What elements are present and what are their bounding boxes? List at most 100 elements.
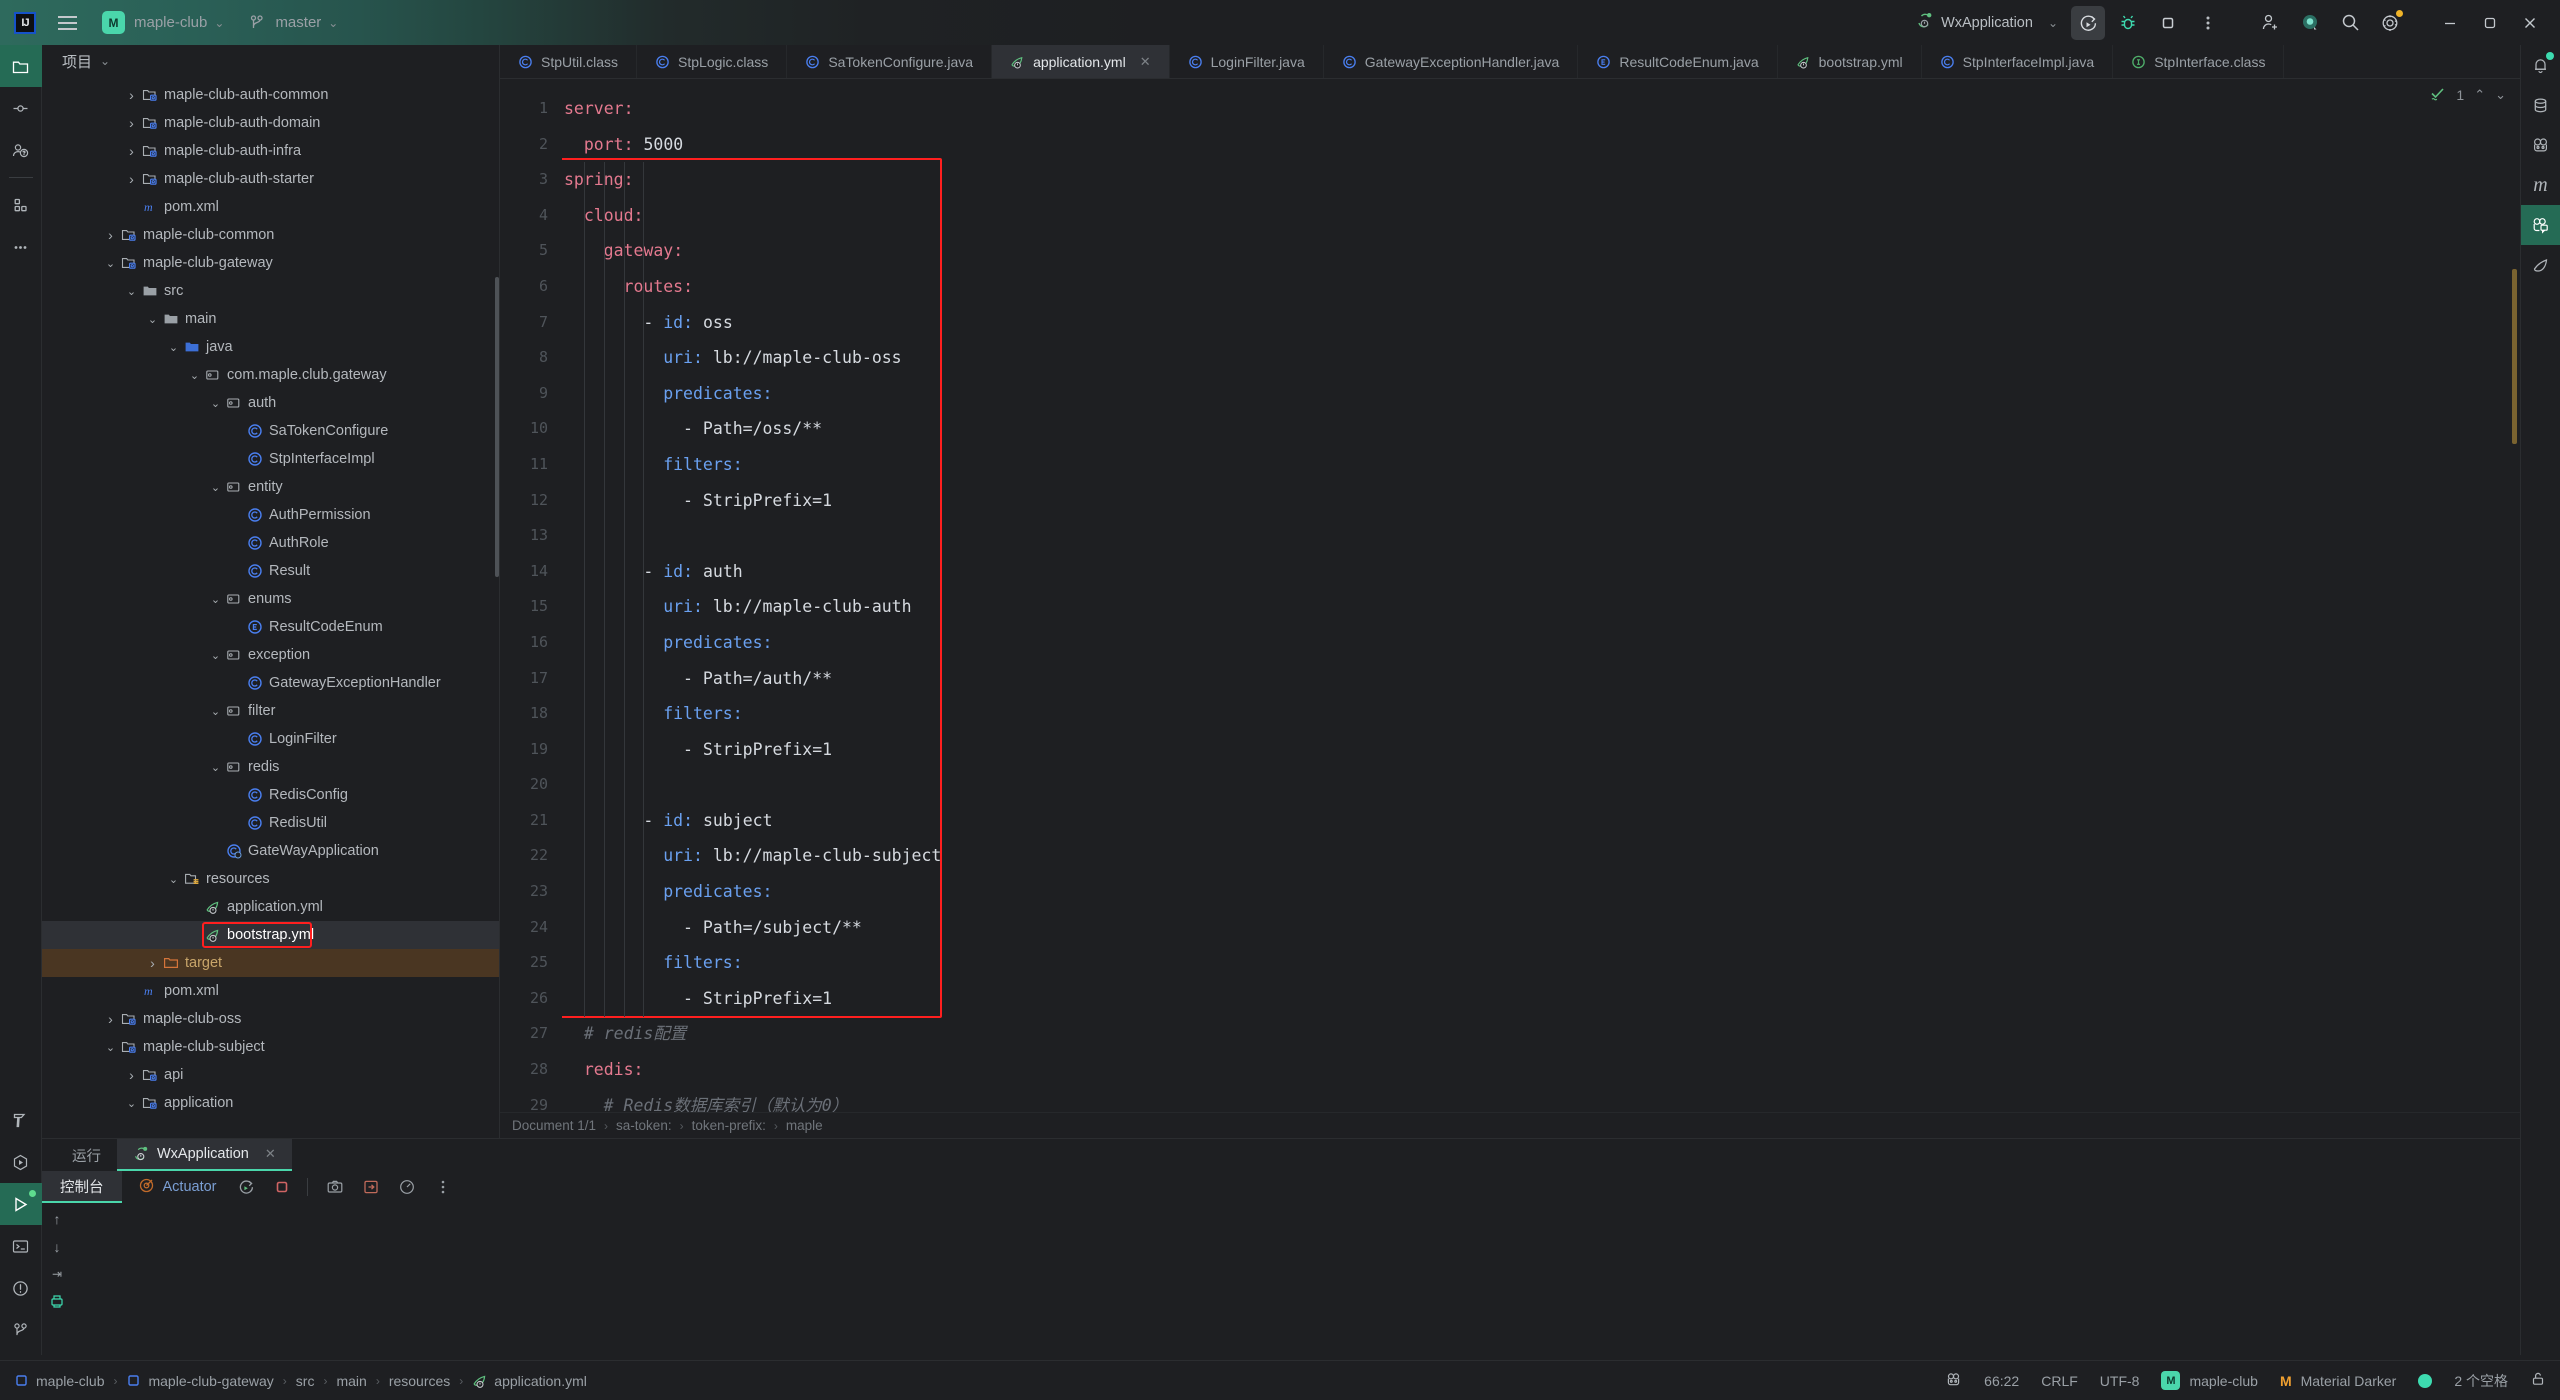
tree-node-resultcodeenum[interactable]: ResultCodeEnum xyxy=(42,613,499,641)
chevron-down-icon[interactable]: ⌄ xyxy=(209,649,222,662)
tree-node-pom-xml[interactable]: m pom.xml xyxy=(42,977,499,1005)
sidebar-item-run[interactable] xyxy=(0,1183,42,1225)
chevron-right-icon[interactable]: › xyxy=(104,1011,117,1027)
sidebar-item-pull-requests[interactable] xyxy=(0,129,42,171)
code-line[interactable] xyxy=(562,518,2520,554)
code-line[interactable]: # Redis数据库索引（默认为0） xyxy=(562,1088,2520,1112)
tree-node-src[interactable]: ⌄ src xyxy=(42,277,499,305)
chevron-right-icon[interactable]: › xyxy=(125,115,138,131)
sidebar-item-more[interactable] xyxy=(0,226,42,268)
ai-assistant-button[interactable] xyxy=(2293,6,2327,40)
chevron-up-icon[interactable]: ⌃ xyxy=(2474,87,2485,103)
minimize-button[interactable] xyxy=(2433,6,2467,40)
code-line[interactable]: # redis配置 xyxy=(562,1016,2520,1052)
chevron-right-icon[interactable]: › xyxy=(125,171,138,187)
chevron-down-icon[interactable]: ⌄ xyxy=(125,285,138,298)
code-line[interactable]: gateway: xyxy=(562,233,2520,269)
editor-tab-satokenconfigure-java[interactable]: SaTokenConfigure.java xyxy=(787,45,993,78)
intellij-idea-logo-icon[interactable]: IJ xyxy=(14,11,36,34)
code-line[interactable]: uri: lb://maple-club-subject xyxy=(562,838,2520,874)
tree-node-maple-club-auth-common[interactable]: › maple-club-auth-common xyxy=(42,81,499,109)
tree-node-application[interactable]: ⌄ application xyxy=(42,1089,499,1117)
chevron-down-icon[interactable]: ⌄ xyxy=(100,54,110,68)
status-breadcrumb-item[interactable]: maple-club xyxy=(14,1373,104,1389)
tree-node-entity[interactable]: ⌄ entity xyxy=(42,473,499,501)
status-dot-icon[interactable] xyxy=(2418,1373,2433,1388)
tree-node-application-yml[interactable]: application.yml xyxy=(42,893,499,921)
status-breadcrumb-item[interactable]: main xyxy=(336,1373,366,1389)
tree-node-maple-club-auth-starter[interactable]: › maple-club-auth-starter xyxy=(42,165,499,193)
sidebar-item-run-anything[interactable] xyxy=(0,1141,42,1183)
tree-node-gatewayexceptionhandler[interactable]: GatewayExceptionHandler xyxy=(42,669,499,697)
soft-wrap-icon[interactable]: ⇥ xyxy=(52,1267,62,1281)
unlocked-icon[interactable] xyxy=(2530,1371,2546,1390)
tree-node-api[interactable]: › api xyxy=(42,1061,499,1089)
rerun-button[interactable] xyxy=(229,1172,263,1202)
code-line[interactable]: - Path=/oss/** xyxy=(562,411,2520,447)
code-line[interactable]: cloud: xyxy=(562,198,2520,234)
spring-beans-icon[interactable] xyxy=(1945,1371,1962,1391)
spring-leaf-button[interactable] xyxy=(2521,245,2560,285)
branch-name-label[interactable]: master xyxy=(275,14,321,31)
profiler-button[interactable] xyxy=(390,1172,424,1202)
tree-node-exception[interactable]: ⌄ exception xyxy=(42,641,499,669)
tree-node-satokenconfigure[interactable]: SaTokenConfigure xyxy=(42,417,499,445)
run-tab-wxapplication[interactable]: WxApplication ✕ xyxy=(117,1139,292,1171)
screenshot-button[interactable] xyxy=(318,1172,352,1202)
breadcrumb-item[interactable]: maple xyxy=(786,1118,823,1133)
tree-node-authpermission[interactable]: AuthPermission xyxy=(42,501,499,529)
code-line[interactable]: filters: xyxy=(562,945,2520,981)
tree-node-maple-club-oss[interactable]: › maple-club-oss xyxy=(42,1005,499,1033)
code-line[interactable]: spring: xyxy=(562,162,2520,198)
chevron-right-icon[interactable]: › xyxy=(125,87,138,103)
chevron-down-icon[interactable]: ⌄ xyxy=(209,397,222,410)
editor-tab-gatewayexceptionhandler-java[interactable]: GatewayExceptionHandler.java xyxy=(1324,45,1579,78)
editor-tab-stplogic-class[interactable]: StpLogic.class xyxy=(637,45,788,78)
breadcrumb-item[interactable]: token-prefix: xyxy=(692,1118,766,1133)
tree-node-com-maple-club-gateway[interactable]: ⌄ com.maple.club.gateway xyxy=(42,361,499,389)
status-breadcrumb-item[interactable]: application.yml xyxy=(472,1373,587,1389)
code-line[interactable]: - id: oss xyxy=(562,305,2520,341)
printer-icon[interactable] xyxy=(49,1293,65,1312)
tree-node-authrole[interactable]: AuthRole xyxy=(42,529,499,557)
more-button[interactable] xyxy=(2191,6,2225,40)
tree-node-java[interactable]: ⌄ java xyxy=(42,333,499,361)
tree-node-filter[interactable]: ⌄ filter xyxy=(42,697,499,725)
tree-node-redisconfig[interactable]: RedisConfig xyxy=(42,781,499,809)
code-line[interactable]: - id: subject xyxy=(562,803,2520,839)
tree-node-target[interactable]: › target xyxy=(42,949,499,977)
code-line[interactable]: redis: xyxy=(562,1052,2520,1088)
notifications-button[interactable] xyxy=(2521,45,2560,85)
chevron-down-icon[interactable]: ⌄ xyxy=(209,761,222,774)
tree-node-stpinterfaceimpl[interactable]: StpInterfaceImpl xyxy=(42,445,499,473)
tree-node-enums[interactable]: ⌄ enums xyxy=(42,585,499,613)
chevron-right-icon[interactable]: › xyxy=(104,227,117,243)
sidebar-item-build[interactable] xyxy=(0,1099,42,1141)
spring-beans-button[interactable] xyxy=(2521,125,2560,165)
status-breadcrumb-item[interactable]: resources xyxy=(389,1373,450,1389)
code-line[interactable]: predicates: xyxy=(562,874,2520,910)
code-line[interactable]: - StripPrefix=1 xyxy=(562,732,2520,768)
tree-node-maple-club-common[interactable]: › maple-club-common xyxy=(42,221,499,249)
file-encoding[interactable]: UTF-8 xyxy=(2100,1373,2140,1389)
sidebar-item-services[interactable] xyxy=(0,184,42,226)
code-line[interactable]: filters: xyxy=(562,447,2520,483)
run-configuration-selector[interactable]: WxApplication ⌄ xyxy=(1906,7,2068,39)
sidebar-item-problems[interactable] xyxy=(0,1267,42,1309)
console-output[interactable]: ↑ ↓ ⇥ xyxy=(42,1203,2560,1360)
project-file-tree[interactable]: › maple-club-auth-common › maple-club-auth-… xyxy=(42,77,499,1138)
sidebar-item-terminal[interactable] xyxy=(0,1225,42,1267)
database-button[interactable] xyxy=(2521,85,2560,125)
editor-tab-stputil-class[interactable]: StpUtil.class xyxy=(500,45,638,78)
code-line[interactable]: filters: xyxy=(562,696,2520,732)
code-line[interactable]: server: xyxy=(562,91,2520,127)
hamburger-menu-icon[interactable] xyxy=(50,6,84,40)
code-line[interactable]: - id: auth xyxy=(562,554,2520,590)
code-line[interactable]: uri: lb://maple-club-oss xyxy=(562,340,2520,376)
tree-node-result[interactable]: Result xyxy=(42,557,499,585)
branch-chevron-down-icon[interactable]: ⌄ xyxy=(328,16,338,30)
settings-button[interactable] xyxy=(2373,6,2407,40)
project-scrollbar-thumb[interactable] xyxy=(495,277,499,577)
code-line[interactable]: predicates: xyxy=(562,376,2520,412)
code-line[interactable]: - StripPrefix=1 xyxy=(562,981,2520,1017)
